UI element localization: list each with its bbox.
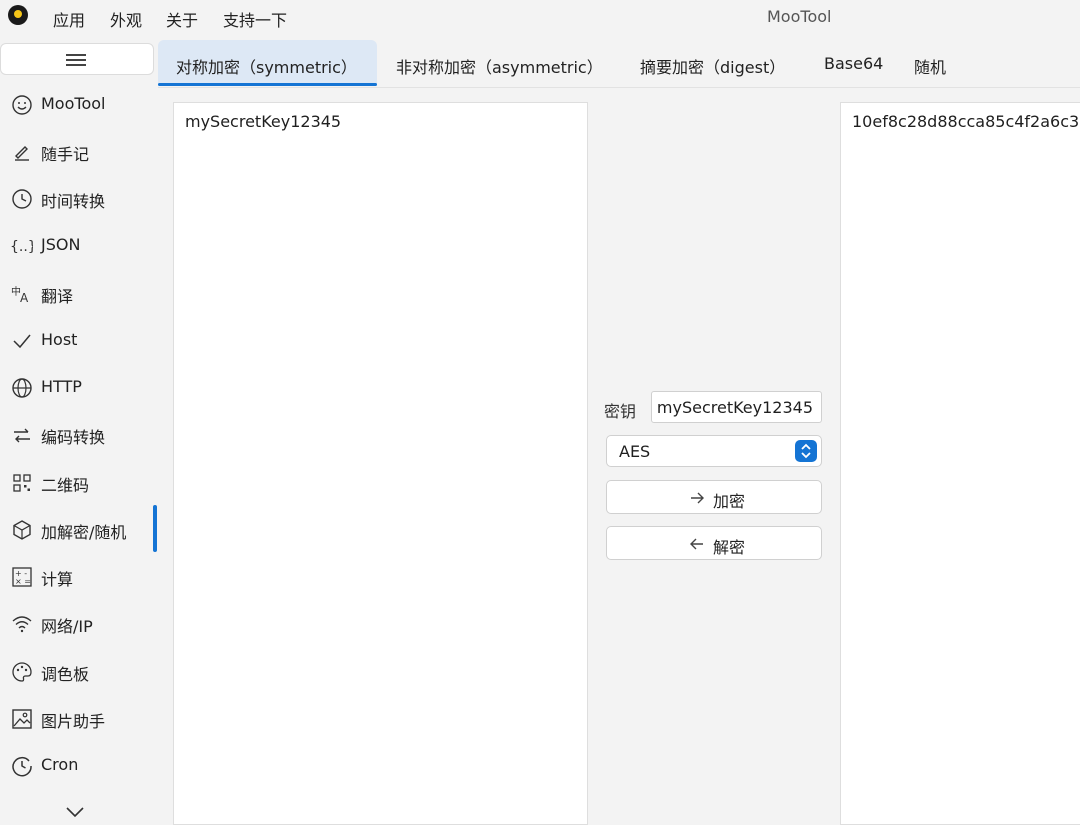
tab-symmetric[interactable]: 对称加密（symmetric） <box>158 40 377 86</box>
sidebar-item-palette[interactable]: 调色板 <box>0 651 158 691</box>
sidebar-item-translate[interactable]: 中A 翻译 <box>0 273 158 313</box>
sidebar-item-time[interactable]: 时间转换 <box>0 178 158 218</box>
tab-random[interactable]: 随机 <box>914 40 946 86</box>
sidebar-item-host[interactable]: Host <box>0 320 158 360</box>
encrypt-button[interactable]: 加密 <box>606 480 822 514</box>
sidebar-item-label: HTTP <box>41 377 82 396</box>
algorithm-select[interactable]: AES <box>606 435 822 467</box>
sidebar-item-label: 网络/IP <box>41 617 93 636</box>
sidebar-item-encoding[interactable]: 编码转换 <box>0 414 158 454</box>
sidebar-item-label: 随手记 <box>41 145 90 164</box>
sidebar-item-network[interactable]: 网络/IP <box>0 603 158 643</box>
wifi-icon <box>12 616 32 633</box>
sidebar-item-label: 二维码 <box>41 476 90 495</box>
decrypt-button[interactable]: 解密 <box>606 526 822 560</box>
decrypt-label: 解密 <box>713 538 746 557</box>
braces-icon: {..} <box>11 239 33 255</box>
tab-bar: 对称加密（symmetric） 非对称加密（asymmetric） 摘要加密（d… <box>158 36 1080 88</box>
plaintext-input[interactable]: mySecretKey12345 <box>173 102 588 825</box>
menu-appearance[interactable]: 外观 <box>110 7 142 31</box>
palette-icon <box>12 662 32 682</box>
svg-text:× =: × = <box>15 577 31 586</box>
smile-icon <box>12 95 32 115</box>
swap-icon <box>14 428 30 443</box>
ciphertext-output[interactable]: 10ef8c28d88cca85c4f2a6c3e0 <box>840 102 1080 825</box>
sidebar-item-mootool[interactable]: MooTool <box>0 84 158 124</box>
arrow-right-icon <box>691 492 704 504</box>
sidebar-item-calculator[interactable]: + - × = 计算 <box>0 556 158 596</box>
sidebar-item-label: 计算 <box>41 570 74 589</box>
title-bar: 应用 外观 关于 支持一下 MooTool <box>0 0 1080 36</box>
tab-label: 非对称加密（asymmetric） <box>396 58 603 77</box>
sidebar-item-label: 时间转换 <box>41 192 106 211</box>
sidebar-toggle-button[interactable] <box>0 43 154 75</box>
tab-asymmetric[interactable]: 非对称加密（asymmetric） <box>396 40 603 86</box>
sidebar-item-label: Cron <box>41 755 79 774</box>
chevron-down-icon[interactable] <box>64 804 86 820</box>
window-title: MooTool <box>767 7 832 26</box>
check-icon <box>13 334 31 349</box>
sidebar-item-label: 图片助手 <box>41 712 106 731</box>
arrow-left-icon <box>690 538 703 550</box>
image-icon <box>12 709 32 729</box>
sidebar-item-label: JSON <box>41 235 81 254</box>
clock-icon <box>12 189 32 209</box>
sidebar-item-crypto[interactable]: 加解密/随机 <box>0 509 158 549</box>
menu-support[interactable]: 支持一下 <box>223 7 287 31</box>
tab-label: 随机 <box>914 58 947 77</box>
select-arrows-icon <box>795 440 817 462</box>
calculator-icon: + -× = <box>12 567 32 587</box>
sidebar: MooTool 随手记 时间转换 {..} JSON 中A 翻译 Host HT… <box>0 36 158 825</box>
sidebar-item-notes[interactable]: 随手记 <box>0 131 158 171</box>
tab-label: Base64 <box>824 54 884 73</box>
sidebar-item-image[interactable]: 图片助手 <box>0 698 158 738</box>
tab-digest[interactable]: 摘要加密（digest） <box>640 40 785 86</box>
menu-app[interactable]: 应用 <box>53 7 85 31</box>
translate-icon: 中A <box>11 285 29 305</box>
sidebar-active-indicator <box>153 505 157 552</box>
qrcode-icon <box>13 474 31 492</box>
sidebar-item-cron[interactable]: Cron <box>0 745 158 785</box>
sidebar-item-json[interactable]: {..} JSON <box>0 225 158 265</box>
pencil-icon <box>15 146 29 161</box>
encrypt-label: 加密 <box>713 492 746 511</box>
active-tab-indicator <box>158 83 377 86</box>
sidebar-item-label: MooTool <box>41 94 106 113</box>
menu-about[interactable]: 关于 <box>166 7 198 31</box>
svg-text:A: A <box>20 291 29 305</box>
sidebar-item-label: 翻译 <box>41 287 74 306</box>
svg-text:{..}: {..} <box>11 239 33 255</box>
tab-label: 对称加密（symmetric） <box>176 58 357 77</box>
cron-clock-icon <box>12 756 32 777</box>
globe-icon <box>12 378 32 398</box>
sidebar-item-qrcode[interactable]: 二维码 <box>0 462 158 502</box>
app-logo-icon <box>8 5 28 25</box>
sidebar-item-http[interactable]: HTTP <box>0 367 158 407</box>
hamburger-icon <box>66 53 86 67</box>
algorithm-value: AES <box>619 442 651 461</box>
sidebar-item-label: 调色板 <box>41 665 90 684</box>
sidebar-item-label: 加解密/随机 <box>41 523 127 542</box>
key-input[interactable]: mySecretKey12345 <box>651 391 822 423</box>
cube-icon <box>13 520 31 540</box>
sidebar-item-label: Host <box>41 330 78 349</box>
key-label: 密钥 <box>604 402 637 421</box>
tab-base64[interactable]: Base64 <box>824 40 883 86</box>
sidebar-item-label: 编码转换 <box>41 428 106 447</box>
key-value: mySecretKey12345 <box>656 398 813 417</box>
tab-label: 摘要加密（digest） <box>640 58 786 77</box>
